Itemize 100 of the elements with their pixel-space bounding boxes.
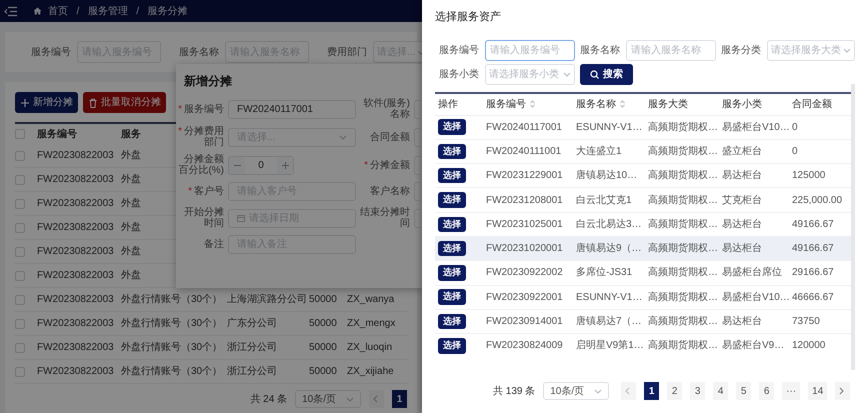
table-cell-text: 73750 xyxy=(792,315,820,330)
table-cell-text: FW20230914001 xyxy=(486,315,563,330)
row-checkbox[interactable] xyxy=(15,174,25,184)
table-cell-text: 唐镇易达7（… xyxy=(576,314,642,330)
select-button[interactable]: 选择 xyxy=(438,338,466,354)
filter-label: 服务编号 xyxy=(439,44,480,58)
prev-page-button[interactable] xyxy=(369,390,384,408)
table-cell-text: FW20230922001 xyxy=(486,290,563,305)
table-cell-text: 易达柜台 xyxy=(722,168,762,184)
page-size-select[interactable]: 10条/页 xyxy=(295,390,361,408)
table-cell-text: 唐镇易达10… xyxy=(576,168,638,184)
row-checkbox[interactable] xyxy=(15,198,25,208)
table-cell-text: 易达柜台 xyxy=(722,218,762,232)
decrement-button[interactable] xyxy=(229,156,245,174)
row-checkbox[interactable] xyxy=(15,222,25,232)
table-cell-text: FW20230822003 xyxy=(37,245,114,259)
column-header: 服务 xyxy=(121,128,141,142)
select-button[interactable]: 选择 xyxy=(438,289,466,305)
chevron-down-icon xyxy=(563,72,571,76)
column-header: 操作 xyxy=(438,98,458,112)
select-all-checkbox[interactable] xyxy=(15,129,25,139)
table-cell-text: FW20230822003 xyxy=(37,341,114,355)
page-button[interactable]: 4 xyxy=(713,382,728,400)
text-input[interactable]: FW20240117001 xyxy=(228,100,356,118)
table-cell-text: 高频期货期权… xyxy=(648,290,718,305)
chevron-down-icon xyxy=(843,48,851,52)
page-button[interactable]: 1 xyxy=(644,382,660,400)
table-cell-text: 多席位-JS31 xyxy=(576,266,632,280)
column-header: 服务名称 xyxy=(576,98,616,112)
input-field[interactable] xyxy=(414,208,420,228)
column-header: 服务编号 xyxy=(37,128,77,142)
row-checkbox[interactable] xyxy=(15,294,25,304)
table-cell-text: ESUNNY-V1… xyxy=(576,120,642,135)
select-button[interactable]: 选择 xyxy=(438,192,466,208)
plus-icon xyxy=(20,98,30,108)
table-cell-text: 外盘 xyxy=(121,173,141,187)
filter-input[interactable]: 请输入服务编号 xyxy=(485,40,575,60)
filter-label: 服务编号 xyxy=(31,46,71,60)
breadcrumb-link[interactable]: 服务管理 xyxy=(88,4,128,18)
row-checkbox[interactable] xyxy=(15,318,25,328)
breadcrumb-link[interactable]: 首页 xyxy=(48,4,68,18)
number-input[interactable]: 0 xyxy=(228,156,294,174)
table-cell-text: FW20230822003 xyxy=(37,365,114,379)
table-cell-text: 广东分公司 xyxy=(227,316,277,331)
filter-label: 服务分类 xyxy=(721,44,762,58)
prev-page-button[interactable] xyxy=(621,382,636,400)
table-cell-text: 盛立柜台 xyxy=(722,144,762,159)
table-cell-text: 白云北易达3… xyxy=(576,218,642,232)
page-button[interactable]: 5 xyxy=(736,382,752,400)
row-checkbox[interactable] xyxy=(15,366,25,376)
add-button[interactable]: 新增分摊 xyxy=(15,92,78,113)
table-cell-text: 艾克柜台 xyxy=(722,194,762,208)
table-cell-text: FW20240111001 xyxy=(486,144,562,159)
total-count: 共 139 条 xyxy=(493,384,536,399)
next-page-button[interactable] xyxy=(835,382,850,400)
page-button[interactable]: 1 xyxy=(392,390,407,408)
increment-button[interactable] xyxy=(277,156,293,174)
page-button[interactable]: 6 xyxy=(759,382,774,400)
input-field[interactable] xyxy=(414,156,420,174)
form-label: * 服务编号 xyxy=(177,104,224,114)
row-checkbox[interactable] xyxy=(15,342,25,352)
table-cell-text: 浙江分公司 xyxy=(227,340,277,355)
search-icon xyxy=(590,70,599,78)
input-field[interactable] xyxy=(414,128,420,146)
page-button[interactable]: ··· xyxy=(782,382,800,400)
form-label: 软件(服务)名称 xyxy=(362,98,410,120)
breadcrumb-link[interactable]: 服务分摊 xyxy=(148,4,188,18)
table-cell-text: 易盛柜台V10… xyxy=(722,290,790,305)
input-field[interactable] xyxy=(414,100,420,118)
table-cell-text: 易达柜台 xyxy=(722,242,762,256)
table-cell-text: ZX_xijiahe xyxy=(347,365,394,379)
table-cell-text: 启明星V9第1… xyxy=(576,338,644,354)
column-header: 服务小类 xyxy=(722,98,762,112)
page-size-select[interactable]: 10条/页 xyxy=(543,382,610,400)
input-field[interactable] xyxy=(414,182,420,201)
table-cell-text: 易盛柜台席位 xyxy=(722,266,782,280)
select-button[interactable]: 选择 xyxy=(438,216,466,232)
breadcrumb-separator: / xyxy=(76,4,80,18)
select-button[interactable]: 选择 xyxy=(438,240,466,256)
row-checkbox[interactable] xyxy=(15,270,25,280)
column-header: 合同金额 xyxy=(792,98,832,112)
table-cell-text: 外盘行情账号（30个） xyxy=(121,316,222,331)
select-button[interactable]: 选择 xyxy=(438,314,466,330)
table-cell-text: 唐镇易达9（… xyxy=(576,242,642,256)
row-checkbox[interactable] xyxy=(15,246,25,256)
select-button[interactable]: 选择 xyxy=(438,168,466,184)
chevron-down-icon xyxy=(339,134,347,140)
page-button[interactable]: 14 xyxy=(808,382,828,400)
table-cell-text: 高频期货期权… xyxy=(648,338,718,354)
select-button[interactable]: 选择 xyxy=(438,119,466,135)
batch-cancel-button[interactable]: 批量取消分摊 xyxy=(83,92,166,113)
table-cell-text: 29166.67 xyxy=(792,266,834,280)
select-button[interactable]: 选择 xyxy=(438,144,466,160)
page-button[interactable]: 2 xyxy=(667,382,682,400)
page-button[interactable]: 3 xyxy=(690,382,706,400)
table-cell-text: 49166.67 xyxy=(792,242,834,256)
search-button[interactable]: 搜索 xyxy=(580,64,633,84)
chevron-down-icon xyxy=(346,396,354,402)
row-checkbox[interactable] xyxy=(15,150,25,160)
select-button[interactable]: 选择 xyxy=(438,265,466,281)
